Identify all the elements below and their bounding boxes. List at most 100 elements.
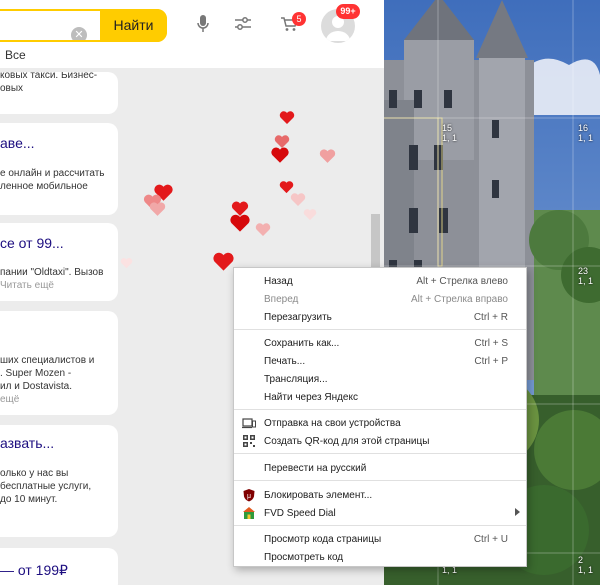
tile-label: 2 1, 1	[578, 555, 593, 575]
heart-icon	[319, 149, 336, 163]
menu-item-print[interactable]: Печать... Ctrl + P	[234, 352, 526, 370]
heart-icon	[290, 193, 306, 206]
ublock-icon: μ	[243, 489, 255, 502]
menu-item-fvd-speed-dial[interactable]: FVD Speed Dial	[234, 504, 526, 522]
tile-number: 15	[442, 123, 453, 133]
devices-icon	[242, 418, 256, 429]
result-snippet-more: Читать ещё	[0, 279, 54, 292]
tile-label: 16 1, 1	[578, 123, 593, 143]
read-more-link[interactable]: Читать ещё	[0, 280, 54, 291]
svg-text:μ: μ	[247, 493, 251, 500]
tile-label: 23 1, 1	[578, 266, 593, 286]
context-menu: Назад Alt + Стрелка влево Вперед Alt + С…	[233, 267, 527, 567]
menu-separator	[234, 453, 526, 454]
result-snippet: ленное мобильное	[0, 181, 88, 192]
menu-item-label: Вперед	[264, 294, 299, 305]
cart-count-badge: 5	[292, 12, 306, 26]
result-snippet-more: ещё	[0, 393, 19, 406]
menu-item-save-as[interactable]: Сохранить как... Ctrl + S	[234, 334, 526, 352]
menu-item-back[interactable]: Назад Alt + Стрелка влево	[234, 272, 526, 290]
menu-item-translate[interactable]: Перевести на русский	[234, 459, 526, 477]
menu-item-label: Перезагрузить	[264, 312, 332, 323]
menu-item-label: Перевести на русский	[264, 463, 367, 474]
heart-icon	[120, 258, 133, 269]
result-card[interactable]: — от 199₽	[0, 548, 118, 585]
result-snippet: овых	[0, 83, 24, 94]
menu-item-reload[interactable]: Перезагрузить Ctrl + R	[234, 308, 526, 326]
menu-separator	[234, 480, 526, 481]
menu-item-send-to-devices[interactable]: Отправка на свои устройства	[234, 414, 526, 432]
heart-icon	[279, 111, 295, 124]
result-snippet: бесплатные услуги,	[0, 481, 92, 492]
result-title[interactable]: аве...	[0, 135, 35, 151]
menu-item-label: Найти через Яндекс	[264, 392, 358, 403]
menu-item-label: Назад	[264, 276, 293, 287]
result-snippet: до 10 минут.	[0, 494, 58, 505]
tile-sub: 1, 1	[578, 565, 594, 575]
tile-number: 16	[578, 123, 589, 133]
heart-icon	[303, 209, 317, 221]
result-title[interactable]: — от 199₽	[0, 562, 68, 579]
result-snippet: олько у нас вы	[0, 468, 69, 479]
find-button[interactable]: Найти	[100, 9, 167, 42]
menu-item-label: Просмотр кода страницы	[264, 534, 382, 545]
heart-icon	[230, 214, 250, 232]
menu-item-shortcut: Alt + Стрелка вправо	[410, 294, 508, 305]
clear-icon[interactable]: ✕	[71, 27, 87, 40]
filters-icon[interactable]	[234, 16, 252, 32]
result-card[interactable]: ковых такси. Бизнес- овых	[0, 72, 118, 114]
tile-label: 15 1, 1	[442, 123, 457, 143]
result-snippet: пании "Oldtaxi". Вызов	[0, 267, 104, 278]
tab-all[interactable]: Все	[5, 48, 26, 62]
menu-item-label: Просмотреть код	[264, 552, 344, 563]
menu-item-shortcut: Ctrl + S	[474, 338, 508, 349]
heart-icon	[255, 223, 271, 236]
result-snippet: е онлайн и рассчитать	[0, 168, 105, 179]
menu-item-search-yandex[interactable]: Найти через Яндекс	[234, 388, 526, 406]
result-card[interactable]: се от 99... пании "Oldtaxi". Вызов Читат…	[0, 223, 118, 301]
result-snippet: . Super Mozen -	[0, 368, 72, 379]
result-card[interactable]: азвать... олько у нас вы бесплатные услу…	[0, 425, 118, 537]
microphone-icon[interactable]	[196, 14, 210, 34]
heart-icon	[213, 252, 234, 271]
result-snippet: ил и Dostavista.	[0, 381, 73, 392]
menu-item-qr-code[interactable]: Создать QR-код для этой страницы	[234, 432, 526, 450]
tile-sub: 1, 1	[578, 276, 594, 286]
search-header: ✕ Найти 5 99+ Все	[0, 0, 384, 68]
result-snippet: ших специалистов и	[0, 355, 95, 366]
menu-item-shortcut: Ctrl + R	[473, 312, 508, 323]
menu-item-cast[interactable]: Трансляция...	[234, 370, 526, 388]
result-snippet: ковых такси. Бизнес-	[0, 72, 98, 81]
menu-item-forward[interactable]: Вперед Alt + Стрелка вправо	[234, 290, 526, 308]
menu-separator	[234, 329, 526, 330]
menu-item-label: FVD Speed Dial	[264, 508, 336, 519]
menu-item-label: Отправка на свои устройства	[264, 418, 401, 429]
result-title[interactable]: се от 99...	[0, 235, 64, 251]
menu-item-label: Трансляция...	[264, 374, 328, 385]
menu-item-inspect[interactable]: Просмотреть код	[234, 548, 526, 566]
result-card[interactable]: аве... е онлайн и рассчитать ленное моби…	[0, 123, 118, 215]
scrollbar-thumb[interactable]	[371, 214, 380, 269]
menu-item-block-element[interactable]: μ Блокировать элемент...	[234, 486, 526, 504]
heart-icon	[149, 202, 166, 216]
menu-item-label: Блокировать элемент...	[264, 490, 373, 501]
qr-code-icon	[243, 435, 255, 447]
notifications-badge: 99+	[336, 4, 360, 19]
read-more-link[interactable]: ещё	[0, 394, 19, 405]
submenu-arrow-icon	[515, 508, 520, 516]
menu-item-shortcut: Ctrl + P	[474, 356, 508, 367]
menu-separator	[234, 409, 526, 410]
result-card[interactable]: ших специалистов и . Super Mozen - ил и …	[0, 311, 118, 415]
tile-number: 23	[578, 266, 589, 276]
tile-sub: 1, 1	[442, 133, 458, 143]
result-title[interactable]: азвать...	[0, 435, 54, 451]
menu-separator	[234, 525, 526, 526]
menu-item-label: Создать QR-код для этой страницы	[264, 436, 430, 447]
tile-number: 2	[578, 555, 584, 565]
menu-item-label: Печать...	[264, 356, 306, 367]
tile-sub: 1, 1	[578, 133, 594, 143]
menu-item-shortcut: Ctrl + U	[473, 534, 508, 545]
speed-dial-icon	[243, 507, 255, 519]
heart-icon	[271, 147, 289, 163]
menu-item-view-source[interactable]: Просмотр кода страницы Ctrl + U	[234, 530, 526, 548]
